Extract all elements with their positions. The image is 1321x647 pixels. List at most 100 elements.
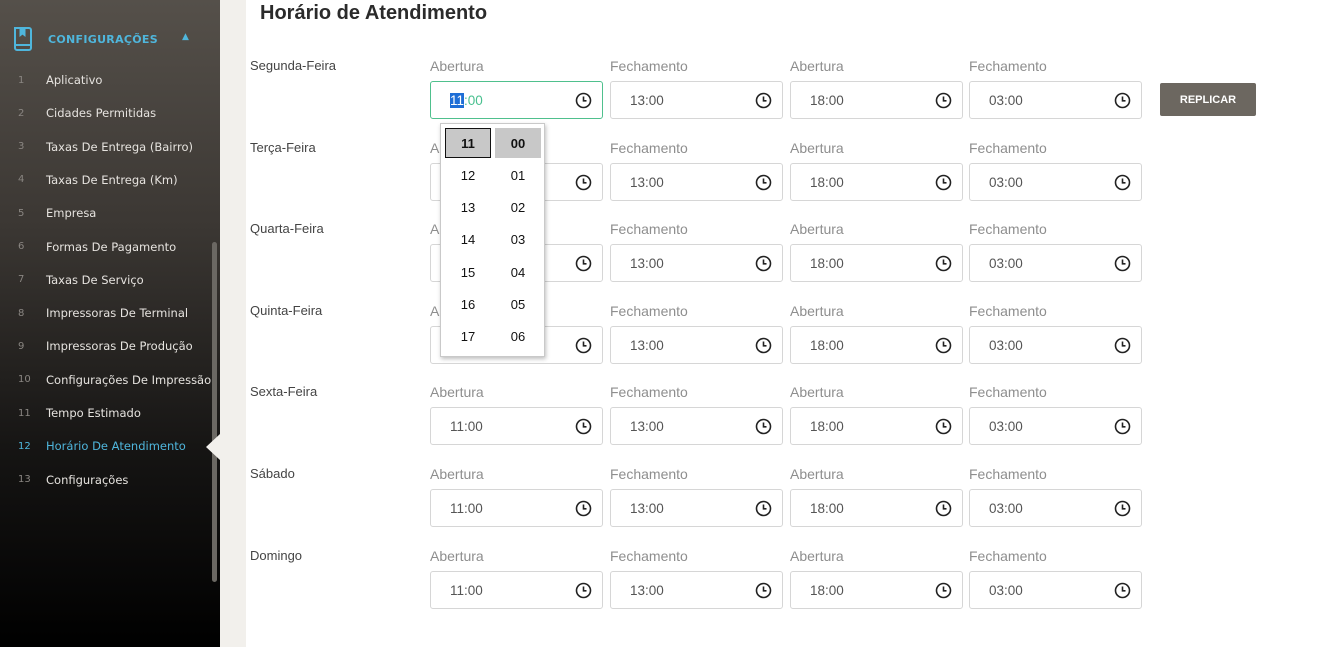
clock-icon[interactable] [575, 500, 592, 517]
sidebar-item-number: 9 [18, 340, 25, 352]
closing-time-input[interactable]: 13:00 [610, 244, 783, 283]
clock-icon[interactable] [755, 92, 772, 109]
closing-time-input[interactable]: 13:00 [610, 162, 783, 201]
clock-icon[interactable] [575, 255, 592, 272]
opening-time-input[interactable]: 11:00 [430, 489, 603, 527]
picker-minute-option[interactable]: 05 [495, 290, 541, 320]
opening-time-input[interactable]: 11:00 [430, 81, 603, 119]
sidebar-item-label: Taxas De Entrega (Km) [46, 172, 178, 187]
clock-icon[interactable] [575, 337, 592, 354]
opening-label: Abertura [790, 221, 844, 238]
time-value: 11:00 [450, 501, 483, 516]
clock-icon[interactable] [575, 418, 592, 435]
closing-label: Fechamento [610, 466, 688, 482]
opening-time-input[interactable]: 18:00 [790, 244, 963, 283]
closing-time-input[interactable]: 03:00 [969, 570, 1142, 609]
picker-minute-option[interactable]: 01 [495, 160, 541, 190]
sidebar-item-label: Aplicativo [46, 73, 103, 87]
clock-icon[interactable] [755, 255, 772, 272]
clock-icon[interactable] [935, 174, 952, 191]
picker-hour-option[interactable]: 16 [445, 290, 491, 320]
picker-minute-option[interactable]: 03 [495, 225, 541, 255]
sidebar-scrollbar[interactable] [212, 242, 217, 582]
sidebar-item[interactable]: 13 Configurações [0, 470, 210, 490]
day-label: Domingo [250, 547, 303, 563]
clock-icon[interactable] [935, 582, 952, 599]
page-title: Horário de Atendimento [260, 2, 488, 24]
opening-time-input[interactable]: 18:00 [790, 570, 963, 609]
clock-icon[interactable] [1114, 582, 1131, 599]
closing-time-input[interactable]: 13:00 [610, 407, 783, 446]
closing-time-input[interactable]: 03:00 [969, 162, 1142, 201]
sidebar-item[interactable]: 10 Configurações De Impressão [0, 370, 212, 390]
clock-icon[interactable] [1114, 255, 1131, 272]
picker-hour-option[interactable]: 14 [445, 225, 491, 255]
clock-icon[interactable] [1114, 418, 1131, 435]
caret-up-icon[interactable]: ▲ [182, 32, 189, 42]
sidebar-item[interactable]: 6 Formas De Pagamento [0, 237, 210, 257]
clock-icon[interactable] [575, 92, 592, 109]
closing-time-input[interactable]: 13:00 [610, 570, 783, 609]
opening-time-input[interactable]: 18:00 [790, 489, 963, 527]
picker-minute-option[interactable]: 04 [495, 257, 541, 287]
closing-time-input[interactable]: 03:00 [969, 489, 1142, 527]
sidebar-item[interactable]: 2 Cidades Permitidas [0, 103, 210, 123]
clock-icon[interactable] [1114, 337, 1131, 354]
sidebar-item[interactable]: 7 Taxas De Serviço [0, 270, 210, 290]
sidebar-header[interactable] [12, 26, 34, 52]
clock-icon[interactable] [755, 500, 772, 517]
clock-icon[interactable] [935, 500, 952, 517]
clock-icon[interactable] [575, 174, 592, 191]
opening-time-input[interactable]: 18:00 [790, 407, 963, 446]
picker-hour-option[interactable]: 11 [445, 128, 491, 158]
sidebar-item[interactable]: 5 Empresa [0, 203, 210, 223]
day-label: Quarta-Feira [250, 221, 324, 237]
closing-time-input[interactable]: 03:00 [969, 244, 1142, 283]
closing-label: Fechamento [969, 58, 1047, 74]
sidebar-item[interactable]: 11 Tempo Estimado [0, 403, 210, 423]
sidebar-item[interactable]: 8 Impressoras De Terminal [0, 303, 210, 323]
sidebar-section-title[interactable]: CONFIGURAÇÕES [48, 33, 158, 46]
closing-time-input[interactable]: 13:00 [610, 81, 783, 119]
picker-hour-option[interactable]: 17 [445, 322, 491, 352]
closing-time-input[interactable]: 13:00 [610, 489, 783, 527]
clock-icon[interactable] [755, 174, 772, 191]
opening-time-input[interactable]: 18:00 [790, 81, 963, 119]
clock-icon[interactable] [755, 418, 772, 435]
clock-icon[interactable] [1114, 500, 1131, 517]
time-value: 11:00 [450, 93, 483, 108]
clock-icon[interactable] [755, 337, 772, 354]
closing-time-input[interactable]: 03:00 [969, 81, 1142, 119]
picker-minute-option[interactable]: 06 [495, 322, 541, 352]
opening-time-input[interactable]: 11:00 [430, 570, 603, 609]
closing-time-input[interactable]: 03:00 [969, 325, 1142, 364]
time-value: 03:00 [989, 256, 1023, 272]
opening-time-input[interactable]: 18:00 [790, 325, 963, 364]
picker-minute-option[interactable]: 00 [495, 128, 541, 158]
picker-hour-option[interactable]: 15 [445, 257, 491, 287]
opening-time-input[interactable]: 18:00 [790, 162, 963, 201]
clock-icon[interactable] [935, 337, 952, 354]
time-value: 18:00 [810, 501, 844, 516]
opening-time-input[interactable]: 11:00 [430, 407, 603, 446]
closing-label: Fechamento [610, 139, 688, 156]
sidebar-item[interactable]: 12 Horário De Atendimento [0, 436, 210, 456]
closing-time-input[interactable]: 13:00 [610, 325, 783, 364]
clock-icon[interactable] [1114, 174, 1131, 191]
clock-icon[interactable] [1114, 92, 1131, 109]
sidebar-item-label: Configurações De Impressão [46, 372, 212, 387]
clock-icon[interactable] [935, 255, 952, 272]
clock-icon[interactable] [755, 582, 772, 599]
picker-minute-option[interactable]: 02 [495, 193, 541, 223]
closing-time-input[interactable]: 03:00 [969, 407, 1142, 446]
sidebar-item[interactable]: 4 Taxas De Entrega (Km) [0, 170, 210, 190]
sidebar-item[interactable]: 9 Impressoras De Produção [0, 336, 210, 356]
clock-icon[interactable] [935, 92, 952, 109]
picker-hour-option[interactable]: 12 [445, 160, 491, 190]
sidebar-item[interactable]: 3 Taxas De Entrega (Bairro) [0, 137, 210, 157]
clock-icon[interactable] [935, 418, 952, 435]
clock-icon[interactable] [575, 582, 592, 599]
sidebar-item[interactable]: 1 Aplicativo [0, 70, 210, 90]
picker-hour-option[interactable]: 13 [445, 193, 491, 223]
replicate-button[interactable]: REPLICAR [1160, 83, 1256, 116]
